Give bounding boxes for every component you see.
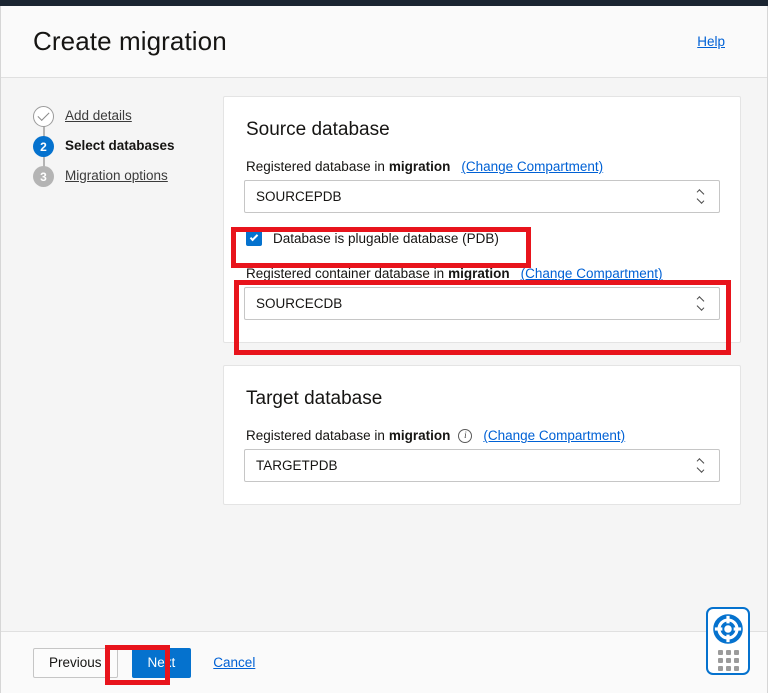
sidebar-item-migration-options[interactable]: 3 Migration options [33, 165, 223, 195]
help-widget[interactable] [706, 607, 750, 675]
pdb-checkbox-row[interactable]: Database is plugable database (PDB) [246, 226, 720, 250]
step-label-select-databases: Select databases [65, 138, 175, 153]
drag-handle-dots-icon[interactable] [717, 650, 739, 671]
source-db-label-bold: migration [388, 159, 451, 174]
dialog-body: Add details 2 Select databases 3 Migrati… [1, 78, 767, 631]
container-db-label-text: Registered container database in [246, 266, 445, 281]
wizard-steps: Add details 2 Select databases 3 Migrati… [1, 96, 223, 631]
source-change-compartment-link[interactable]: (Change Compartment) [461, 159, 603, 174]
chevron-updown-icon[interactable] [693, 296, 707, 311]
container-db-field-label: Registered container database in migrati… [246, 266, 720, 281]
source-database-card: Source database Registered database in m… [223, 96, 741, 355]
dot [717, 666, 723, 671]
container-change-compartment-link[interactable]: (Change Compartment) [521, 266, 663, 281]
dot [733, 666, 739, 671]
checkmark-icon [249, 232, 259, 242]
step-badge-complete-icon [33, 106, 54, 127]
target-database-card: Target database Registered database in m… [223, 365, 741, 505]
source-db-label-text: Registered database in [246, 159, 385, 174]
target-change-compartment-link[interactable]: (Change Compartment) [483, 428, 625, 443]
info-icon[interactable]: i [458, 428, 473, 443]
next-button[interactable]: Next [131, 647, 192, 678]
chevron-down-icon [696, 303, 704, 311]
create-migration-dialog: Create migration Help Add details 2 Sele… [0, 6, 768, 693]
chevron-updown-icon[interactable] [693, 189, 707, 204]
source-database-title: Source database [246, 119, 390, 140]
source-database-select[interactable]: SOURCEPDB [244, 180, 720, 213]
target-database-title: Target database [246, 388, 383, 409]
target-db-field-label: Registered database in migration i (Chan… [246, 428, 720, 443]
step-label-add-details: Add details [65, 108, 132, 123]
dialog-footer: Previous Next Cancel [1, 631, 767, 693]
pdb-checkbox-label: Database is plugable database (PDB) [273, 230, 499, 246]
dot [725, 666, 731, 671]
dot [733, 658, 739, 663]
page-title: Create migration [33, 26, 227, 56]
cancel-link[interactable]: Cancel [213, 655, 255, 670]
source-db-field-label: Registered database in migration (Change… [246, 159, 720, 174]
step-label-migration-options: Migration options [65, 168, 168, 183]
dot [733, 650, 739, 655]
target-db-label-text: Registered database in [246, 428, 385, 443]
lifebuoy-icon [713, 614, 743, 644]
container-database-select-value: SOURCECDB [256, 296, 343, 311]
chevron-down-icon [696, 465, 704, 473]
sidebar-item-add-details[interactable]: Add details [33, 105, 223, 137]
check-icon [37, 108, 50, 122]
step-badge-3: 3 [33, 166, 54, 187]
container-db-label-bold: migration [448, 266, 510, 281]
help-link[interactable]: Help [697, 34, 741, 49]
chevron-down-icon [696, 196, 704, 204]
source-database-select-value: SOURCEPDB [256, 189, 342, 204]
previous-button[interactable]: Previous [33, 647, 118, 678]
panels-column: Source database Registered database in m… [223, 96, 767, 631]
target-database-select[interactable]: TARGETPDB [244, 449, 720, 482]
dot [717, 650, 723, 655]
chevron-updown-icon[interactable] [693, 458, 707, 473]
dialog-header: Create migration Help [1, 6, 767, 78]
target-db-label-bold: migration [388, 428, 451, 443]
target-database-select-value: TARGETPDB [256, 458, 338, 473]
pdb-checkbox[interactable] [246, 230, 262, 246]
step-badge-2: 2 [33, 136, 54, 157]
dot [725, 658, 731, 663]
dot [725, 650, 731, 655]
container-database-select[interactable]: SOURCECDB [244, 287, 720, 320]
dot [717, 658, 723, 663]
sidebar-item-select-databases[interactable]: 2 Select databases [33, 135, 223, 167]
